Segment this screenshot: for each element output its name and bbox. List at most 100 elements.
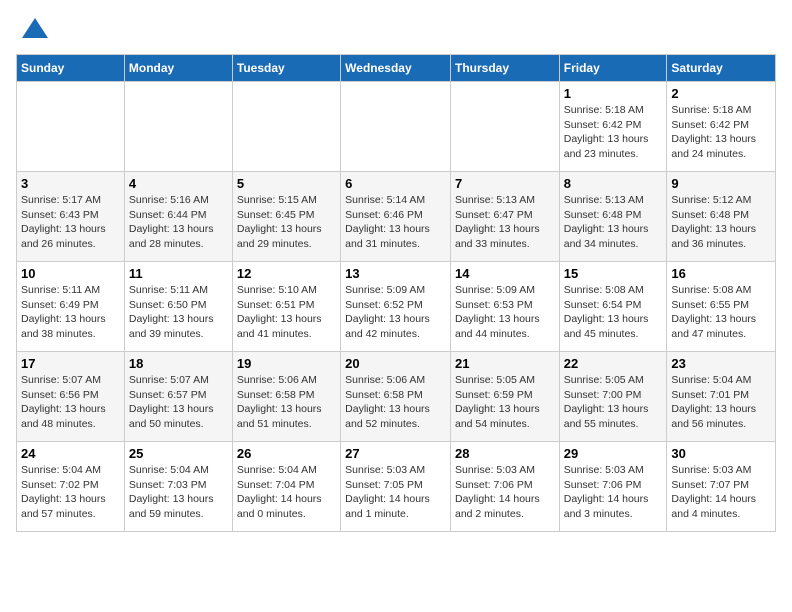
logo-icon [20,16,50,46]
day-number: 10 [21,266,120,281]
day-info: Sunrise: 5:05 AM Sunset: 7:00 PM Dayligh… [564,373,663,432]
day-number: 2 [671,86,771,101]
day-number: 15 [564,266,663,281]
day-number: 5 [237,176,336,191]
calendar-header-friday: Friday [559,55,667,82]
calendar-cell: 1 Sunrise: 5:18 AM Sunset: 6:42 PM Daylig… [559,82,667,172]
calendar-cell: 25 Sunrise: 5:04 AM Sunset: 7:03 PM Dayli… [124,442,232,532]
calendar-cell: 12 Sunrise: 5:10 AM Sunset: 6:51 PM Dayli… [232,262,340,352]
calendar-header-monday: Monday [124,55,232,82]
day-info: Sunrise: 5:18 AM Sunset: 6:42 PM Dayligh… [564,103,663,162]
calendar-cell: 3 Sunrise: 5:17 AM Sunset: 6:43 PM Daylig… [17,172,125,262]
day-info: Sunrise: 5:11 AM Sunset: 6:50 PM Dayligh… [129,283,228,342]
day-info: Sunrise: 5:13 AM Sunset: 6:47 PM Dayligh… [455,193,555,252]
day-info: Sunrise: 5:03 AM Sunset: 7:06 PM Dayligh… [564,463,663,522]
calendar-cell [450,82,559,172]
calendar-week-row: 10 Sunrise: 5:11 AM Sunset: 6:49 PM Dayli… [17,262,776,352]
day-number: 18 [129,356,228,371]
calendar-cell [341,82,451,172]
day-number: 11 [129,266,228,281]
day-info: Sunrise: 5:03 AM Sunset: 7:07 PM Dayligh… [671,463,771,522]
day-info: Sunrise: 5:18 AM Sunset: 6:42 PM Dayligh… [671,103,771,162]
calendar-cell: 24 Sunrise: 5:04 AM Sunset: 7:02 PM Dayli… [17,442,125,532]
day-info: Sunrise: 5:03 AM Sunset: 7:06 PM Dayligh… [455,463,555,522]
calendar-cell: 9 Sunrise: 5:12 AM Sunset: 6:48 PM Daylig… [667,172,776,262]
calendar-cell: 6 Sunrise: 5:14 AM Sunset: 6:46 PM Daylig… [341,172,451,262]
day-info: Sunrise: 5:09 AM Sunset: 6:53 PM Dayligh… [455,283,555,342]
calendar-cell: 19Sunrise: 5:06 AM Sunset: 6:58 PM Dayli… [232,352,340,442]
calendar-header-sunday: Sunday [17,55,125,82]
day-info: Sunrise: 5:07 AM Sunset: 6:57 PM Dayligh… [129,373,228,432]
calendar-cell: 29 Sunrise: 5:03 AM Sunset: 7:06 PM Dayli… [559,442,667,532]
day-number: 12 [237,266,336,281]
calendar-cell: 26 Sunrise: 5:04 AM Sunset: 7:04 PM Dayli… [232,442,340,532]
calendar-cell: 10 Sunrise: 5:11 AM Sunset: 6:49 PM Dayli… [17,262,125,352]
day-number: 8 [564,176,663,191]
day-info: Sunrise: 5:08 AM Sunset: 6:55 PM Dayligh… [671,283,771,342]
calendar-cell: 22 Sunrise: 5:05 AM Sunset: 7:00 PM Dayli… [559,352,667,442]
calendar-cell [232,82,340,172]
day-info: Sunrise: 5:15 AM Sunset: 6:45 PM Dayligh… [237,193,336,252]
day-number: 17 [21,356,120,371]
day-info: Sunrise: 5:13 AM Sunset: 6:48 PM Dayligh… [564,193,663,252]
calendar-cell: 2 Sunrise: 5:18 AM Sunset: 6:42 PM Daylig… [667,82,776,172]
day-number: 16 [671,266,771,281]
day-info: Sunrise: 5:04 AM Sunset: 7:01 PM Dayligh… [671,373,771,432]
day-number: 28 [455,446,555,461]
day-number: 30 [671,446,771,461]
calendar: SundayMondayTuesdayWednesdayThursdayFrid… [16,54,776,532]
day-info: Sunrise: 5:14 AM Sunset: 6:46 PM Dayligh… [345,193,446,252]
calendar-week-row: 17 Sunrise: 5:07 AM Sunset: 6:56 PM Dayli… [17,352,776,442]
calendar-cell: 30 Sunrise: 5:03 AM Sunset: 7:07 PM Dayli… [667,442,776,532]
calendar-cell: 14Sunrise: 5:09 AM Sunset: 6:53 PM Dayli… [450,262,559,352]
header [16,16,776,46]
calendar-cell [17,82,125,172]
day-info: Sunrise: 5:04 AM Sunset: 7:04 PM Dayligh… [237,463,336,522]
calendar-week-row: 3 Sunrise: 5:17 AM Sunset: 6:43 PM Daylig… [17,172,776,262]
calendar-cell: 18 Sunrise: 5:07 AM Sunset: 6:57 PM Dayli… [124,352,232,442]
calendar-cell [124,82,232,172]
day-info: Sunrise: 5:16 AM Sunset: 6:44 PM Dayligh… [129,193,228,252]
day-number: 21 [455,356,555,371]
day-info: Sunrise: 5:12 AM Sunset: 6:48 PM Dayligh… [671,193,771,252]
day-info: Sunrise: 5:06 AM Sunset: 6:58 PM Dayligh… [345,373,446,432]
day-number: 4 [129,176,228,191]
calendar-header-thursday: Thursday [450,55,559,82]
day-info: Sunrise: 5:06 AM Sunset: 6:58 PM Dayligh… [237,373,336,432]
day-number: 22 [564,356,663,371]
calendar-cell: 21Sunrise: 5:05 AM Sunset: 6:59 PM Dayli… [450,352,559,442]
day-number: 24 [21,446,120,461]
day-info: Sunrise: 5:04 AM Sunset: 7:03 PM Dayligh… [129,463,228,522]
calendar-cell: 8 Sunrise: 5:13 AM Sunset: 6:48 PM Daylig… [559,172,667,262]
day-info: Sunrise: 5:09 AM Sunset: 6:52 PM Dayligh… [345,283,446,342]
calendar-week-row: 1 Sunrise: 5:18 AM Sunset: 6:42 PM Daylig… [17,82,776,172]
day-info: Sunrise: 5:07 AM Sunset: 6:56 PM Dayligh… [21,373,120,432]
day-number: 6 [345,176,446,191]
day-number: 13 [345,266,446,281]
logo [16,16,50,46]
day-info: Sunrise: 5:08 AM Sunset: 6:54 PM Dayligh… [564,283,663,342]
day-number: 7 [455,176,555,191]
calendar-week-row: 24 Sunrise: 5:04 AM Sunset: 7:02 PM Dayli… [17,442,776,532]
day-info: Sunrise: 5:10 AM Sunset: 6:51 PM Dayligh… [237,283,336,342]
calendar-header-wednesday: Wednesday [341,55,451,82]
day-info: Sunrise: 5:03 AM Sunset: 7:05 PM Dayligh… [345,463,446,522]
day-number: 1 [564,86,663,101]
day-number: 25 [129,446,228,461]
calendar-cell: 17 Sunrise: 5:07 AM Sunset: 6:56 PM Dayli… [17,352,125,442]
calendar-cell: 16 Sunrise: 5:08 AM Sunset: 6:55 PM Dayli… [667,262,776,352]
day-number: 3 [21,176,120,191]
calendar-cell: 7 Sunrise: 5:13 AM Sunset: 6:47 PM Daylig… [450,172,559,262]
calendar-header-row: SundayMondayTuesdayWednesdayThursdayFrid… [17,55,776,82]
calendar-cell: 28 Sunrise: 5:03 AM Sunset: 7:06 PM Dayli… [450,442,559,532]
day-info: Sunrise: 5:11 AM Sunset: 6:49 PM Dayligh… [21,283,120,342]
day-number: 29 [564,446,663,461]
calendar-cell: 13 Sunrise: 5:09 AM Sunset: 6:52 PM Dayli… [341,262,451,352]
calendar-cell: 20Sunrise: 5:06 AM Sunset: 6:58 PM Dayli… [341,352,451,442]
day-info: Sunrise: 5:17 AM Sunset: 6:43 PM Dayligh… [21,193,120,252]
day-info: Sunrise: 5:04 AM Sunset: 7:02 PM Dayligh… [21,463,120,522]
calendar-cell: 11 Sunrise: 5:11 AM Sunset: 6:50 PM Dayli… [124,262,232,352]
calendar-cell: 23Sunrise: 5:04 AM Sunset: 7:01 PM Dayli… [667,352,776,442]
day-number: 9 [671,176,771,191]
day-number: 26 [237,446,336,461]
